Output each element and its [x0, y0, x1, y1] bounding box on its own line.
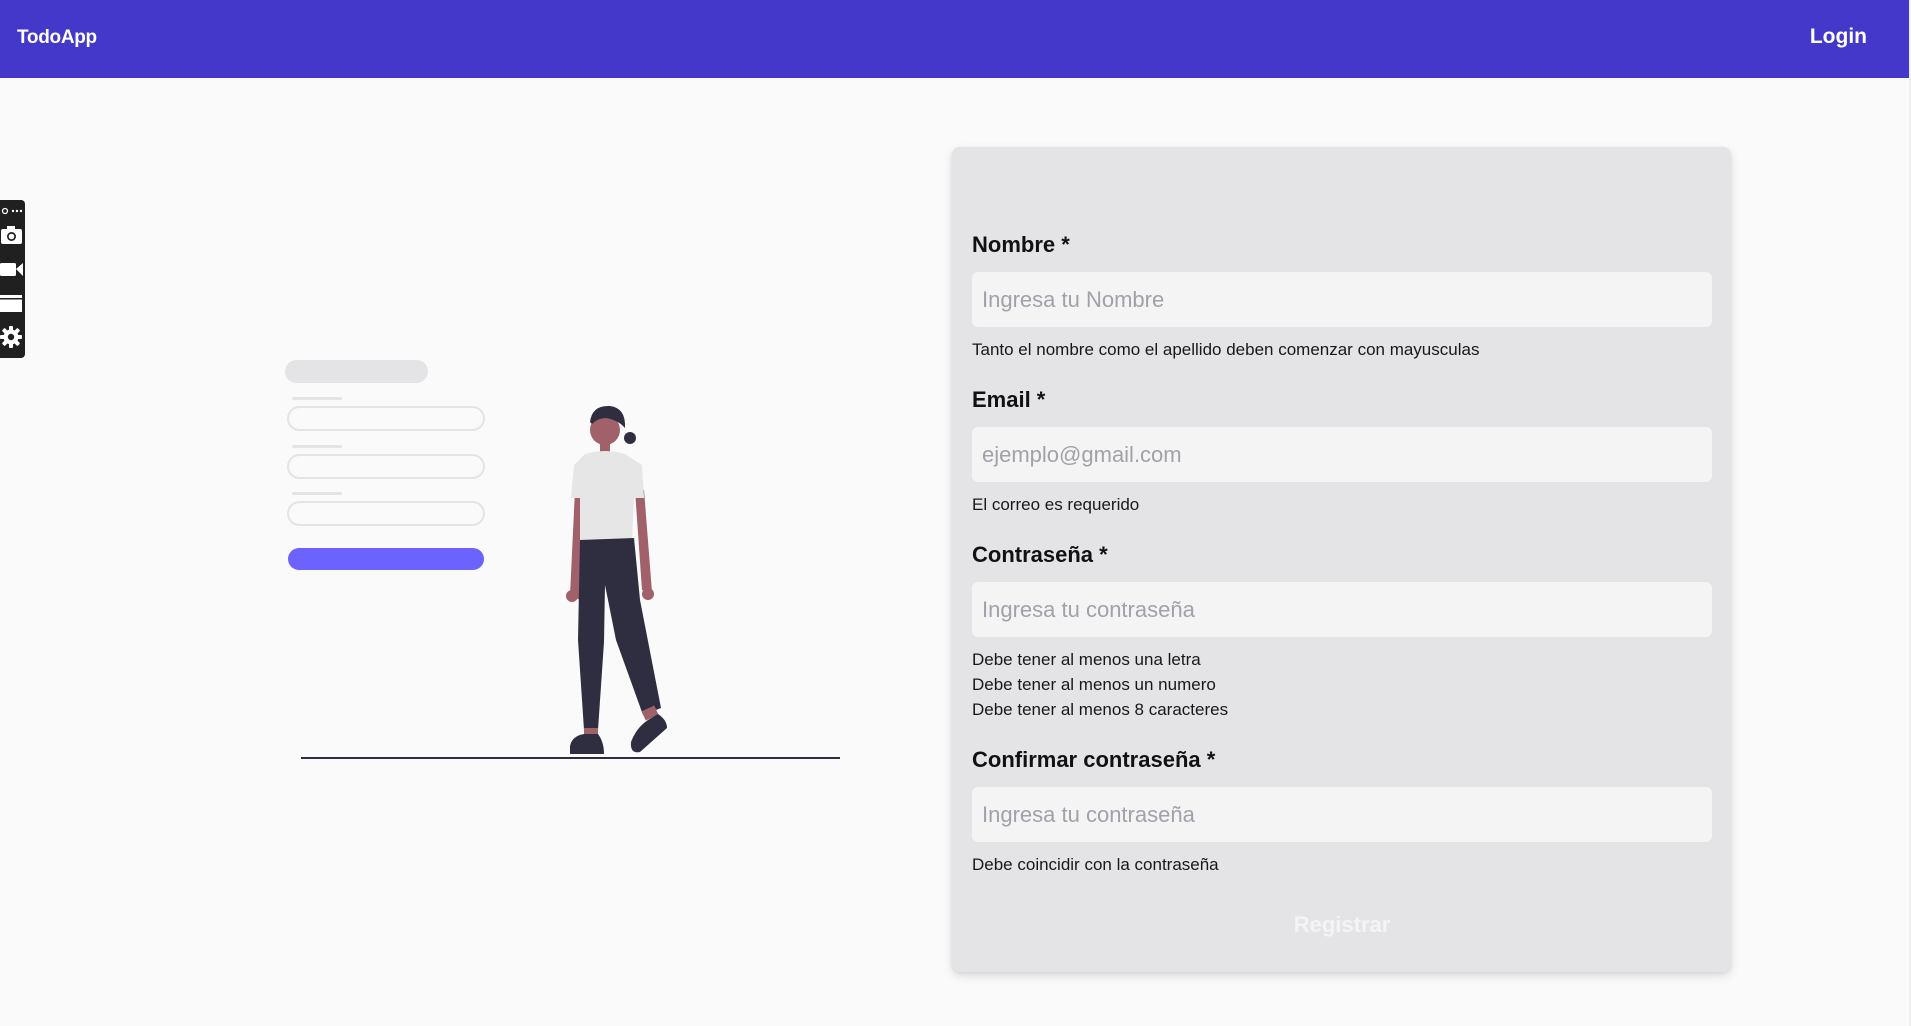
email-hint: El correo es requerido: [972, 495, 1140, 514]
password-label: Contraseña *: [972, 542, 1108, 567]
password-hint-number: Debe tener al menos un numero: [972, 675, 1216, 694]
camera-icon[interactable]: [0, 220, 25, 250]
gear-icon[interactable]: [0, 322, 25, 352]
password-input[interactable]: [972, 582, 1712, 637]
link-icon[interactable]: [0, 204, 25, 216]
top-navbar: TodoApp Login: [0, 0, 1909, 78]
name-label: Nombre *: [972, 232, 1070, 257]
mock-form-graphic: [285, 360, 485, 570]
email-input[interactable]: [972, 427, 1712, 482]
email-label: Email *: [972, 387, 1046, 412]
login-link[interactable]: Login: [1810, 25, 1867, 49]
page-viewport: TodoApp Login Nombre * Ingresa tu Nombre…: [0, 0, 1909, 1026]
name-hint: Tanto el nombre como el apellido deben c…: [972, 340, 1480, 359]
video-icon[interactable]: [0, 254, 25, 284]
person-figure: [566, 405, 667, 754]
brand-link[interactable]: TodoApp: [17, 27, 97, 49]
screenshot-extension-toolbar: [0, 200, 25, 358]
confirm-password-input[interactable]: [972, 787, 1712, 842]
register-button[interactable]: Registrar: [972, 905, 1712, 945]
name-input[interactable]: [972, 272, 1712, 327]
confirm-password-hint: Debe coincidir con la contraseña: [972, 855, 1219, 874]
password-hint-letter: Debe tener al menos una letra: [972, 650, 1201, 669]
window-icon[interactable]: [0, 288, 25, 318]
signup-illustration: [280, 350, 850, 770]
confirm-password-label: Confirmar contraseña *: [972, 747, 1216, 772]
password-hint-length: Debe tener al menos 8 caracteres: [972, 700, 1229, 719]
register-form-card: Nombre * Tanto el nombre como el apellid…: [952, 147, 1731, 972]
